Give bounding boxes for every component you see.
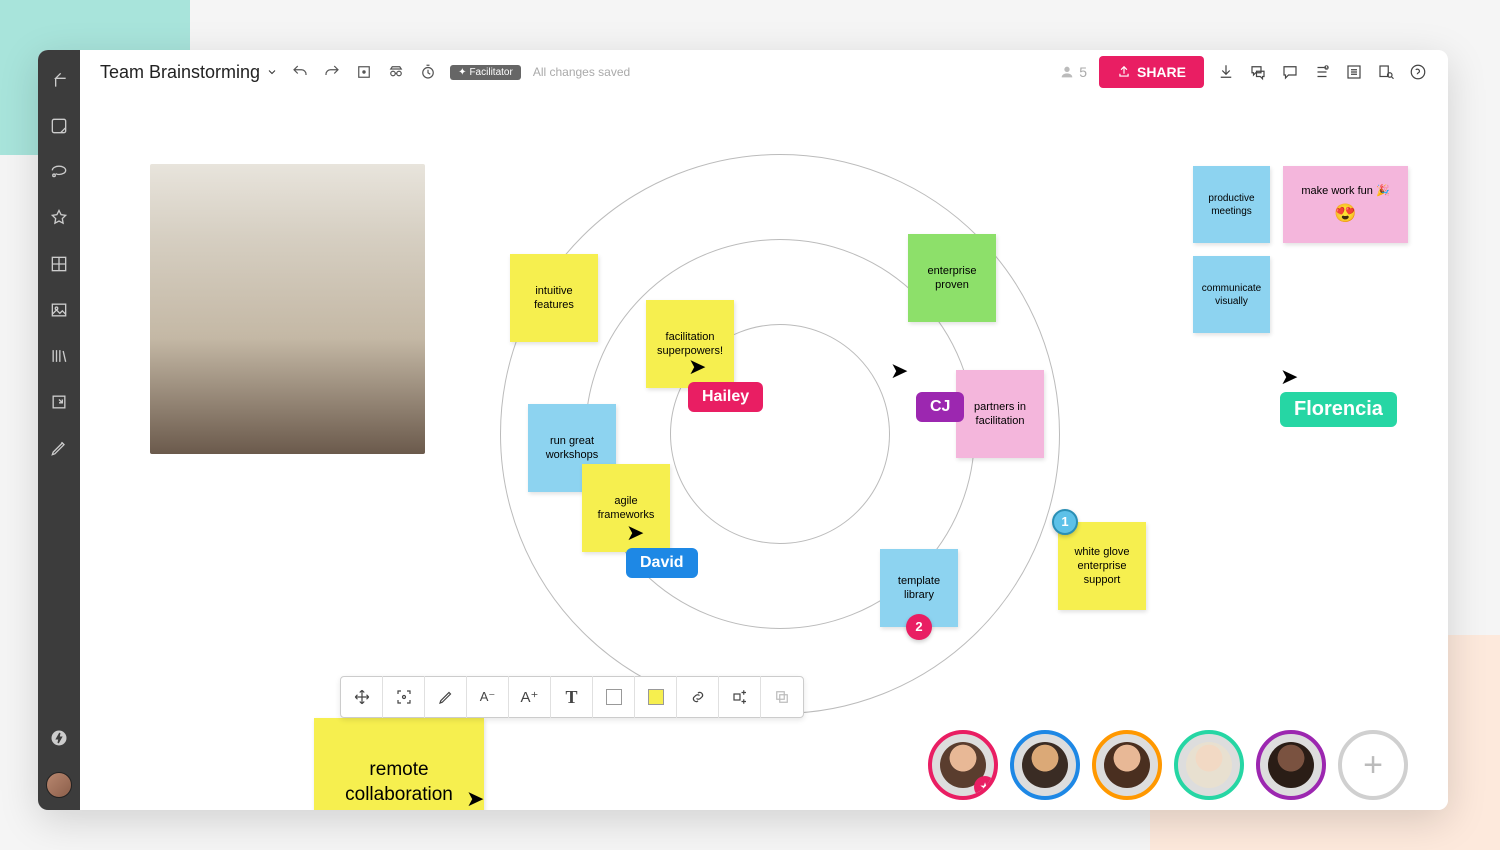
sticky-communicate[interactable]: communicate visually [1193, 256, 1270, 333]
sticky-text: agile frameworks [590, 494, 662, 523]
help-icon[interactable] [1408, 62, 1428, 82]
frame-icon[interactable] [354, 62, 374, 82]
sticky-text: partners in facilitation [964, 400, 1036, 429]
share-label: SHARE [1137, 64, 1186, 80]
sticky-template[interactable]: template library 2 [880, 549, 958, 627]
main-area: Team Brainstorming ✦Facilitator All chan… [80, 50, 1448, 810]
sticky-agile[interactable]: agile frameworks [582, 464, 670, 552]
sticky-intuitive[interactable]: intuitive features [510, 254, 598, 342]
participant-avatar-4[interactable] [1174, 730, 1244, 800]
grid-icon[interactable] [47, 252, 71, 276]
list-icon[interactable] [1344, 62, 1364, 82]
redo-icon[interactable] [322, 62, 342, 82]
font-increase-icon[interactable]: A⁺ [509, 676, 551, 718]
library-icon[interactable] [47, 344, 71, 368]
vote-badge-2: 2 [906, 614, 932, 640]
sticky-text: remote collaboration [322, 758, 476, 807]
participant-avatar-2[interactable] [1010, 730, 1080, 800]
sticky-whiteglove[interactable]: white glove enterprise support 1 [1058, 522, 1146, 610]
sticky-text: communicate visually [1201, 282, 1262, 308]
sticky-remote-selected[interactable]: remote collaboration [314, 718, 484, 810]
board-title-text: Team Brainstorming [100, 62, 260, 83]
font-decrease-icon[interactable]: A⁻ [467, 676, 509, 718]
chat-multi-icon[interactable] [1248, 62, 1268, 82]
left-sidebar [38, 50, 80, 810]
sticky-text: make work fun 🎉 [1301, 184, 1389, 198]
zap-icon[interactable] [47, 726, 71, 750]
participant-count-number: 5 [1079, 64, 1087, 80]
export-icon[interactable] [47, 390, 71, 414]
sticky-text: productive meetings [1201, 192, 1262, 218]
activity-icon[interactable] [1312, 62, 1332, 82]
sticky-makework[interactable]: make work fun 🎉 😍 [1283, 166, 1408, 243]
sticky-text: intuitive features [518, 284, 590, 313]
link-icon[interactable] [677, 676, 719, 718]
focus-icon[interactable] [383, 676, 425, 718]
sticky-text: run great workshops [536, 434, 608, 463]
fill-color-icon[interactable] [635, 676, 677, 718]
sticky-partners[interactable]: partners in facilitation [956, 370, 1044, 458]
cursor-pointer-icon: ➤ [1280, 366, 1298, 388]
edit-pencil-icon[interactable] [425, 676, 467, 718]
image-icon[interactable] [47, 298, 71, 322]
sticky-text: facilitation superpowers! [654, 330, 726, 359]
canvas[interactable]: intuitive features facilitation superpow… [80, 94, 1448, 810]
text-icon[interactable]: T [551, 676, 593, 718]
undo-icon[interactable] [290, 62, 310, 82]
saved-status: All changes saved [533, 65, 630, 79]
team-photo[interactable] [150, 164, 425, 454]
border-color-icon[interactable] [593, 676, 635, 718]
participant-avatar-5[interactable] [1256, 730, 1326, 800]
sticky-text: template library [888, 574, 950, 603]
app-window: Team Brainstorming ✦Facilitator All chan… [38, 50, 1448, 810]
participants-row: ★ + [928, 730, 1408, 800]
move-icon[interactable] [341, 676, 383, 718]
emoji-hearteyes: 😍 [1334, 202, 1356, 225]
cursor-label: Florencia [1280, 392, 1397, 427]
sticky-facilitation[interactable]: facilitation superpowers! [646, 300, 734, 388]
search-doc-icon[interactable] [1376, 62, 1396, 82]
cursor-florencia: ➤ Florencia [1280, 366, 1397, 427]
pencil-icon[interactable] [47, 436, 71, 460]
add-participant-button[interactable]: + [1338, 730, 1408, 800]
arrange-icon[interactable] [719, 676, 761, 718]
copy-icon[interactable] [761, 676, 803, 718]
lasso-icon[interactable] [47, 160, 71, 184]
edit-toolbar: A⁻ A⁺ T [340, 676, 804, 718]
back-icon[interactable] [47, 68, 71, 92]
vote-badge-1: 1 [1052, 509, 1078, 535]
participant-count[interactable]: 5 [1059, 64, 1087, 80]
sticky-text: white glove enterprise support [1066, 545, 1138, 588]
board-title[interactable]: Team Brainstorming [100, 62, 278, 83]
star-icon[interactable] [47, 206, 71, 230]
chat-icon[interactable] [1280, 62, 1300, 82]
participant-avatar-3[interactable] [1092, 730, 1162, 800]
incognito-icon[interactable] [386, 62, 406, 82]
sticky-productive[interactable]: productive meetings [1193, 166, 1270, 243]
sticky-text: enterprise proven [916, 264, 988, 293]
facilitator-star-icon: ★ [974, 776, 996, 798]
topbar-right-icons [1216, 62, 1428, 82]
chevron-down-icon [266, 66, 278, 78]
participant-avatar-1[interactable]: ★ [928, 730, 998, 800]
timer-icon[interactable] [418, 62, 438, 82]
share-button[interactable]: SHARE [1099, 56, 1204, 88]
sticky-enterprise[interactable]: enterprise proven [908, 234, 996, 322]
user-avatar-me[interactable] [46, 772, 72, 798]
note-icon[interactable] [47, 114, 71, 138]
download-icon[interactable] [1216, 62, 1236, 82]
topbar: Team Brainstorming ✦Facilitator All chan… [80, 50, 1448, 94]
facilitator-label: Facilitator [469, 67, 512, 78]
facilitator-badge[interactable]: ✦Facilitator [450, 65, 521, 80]
